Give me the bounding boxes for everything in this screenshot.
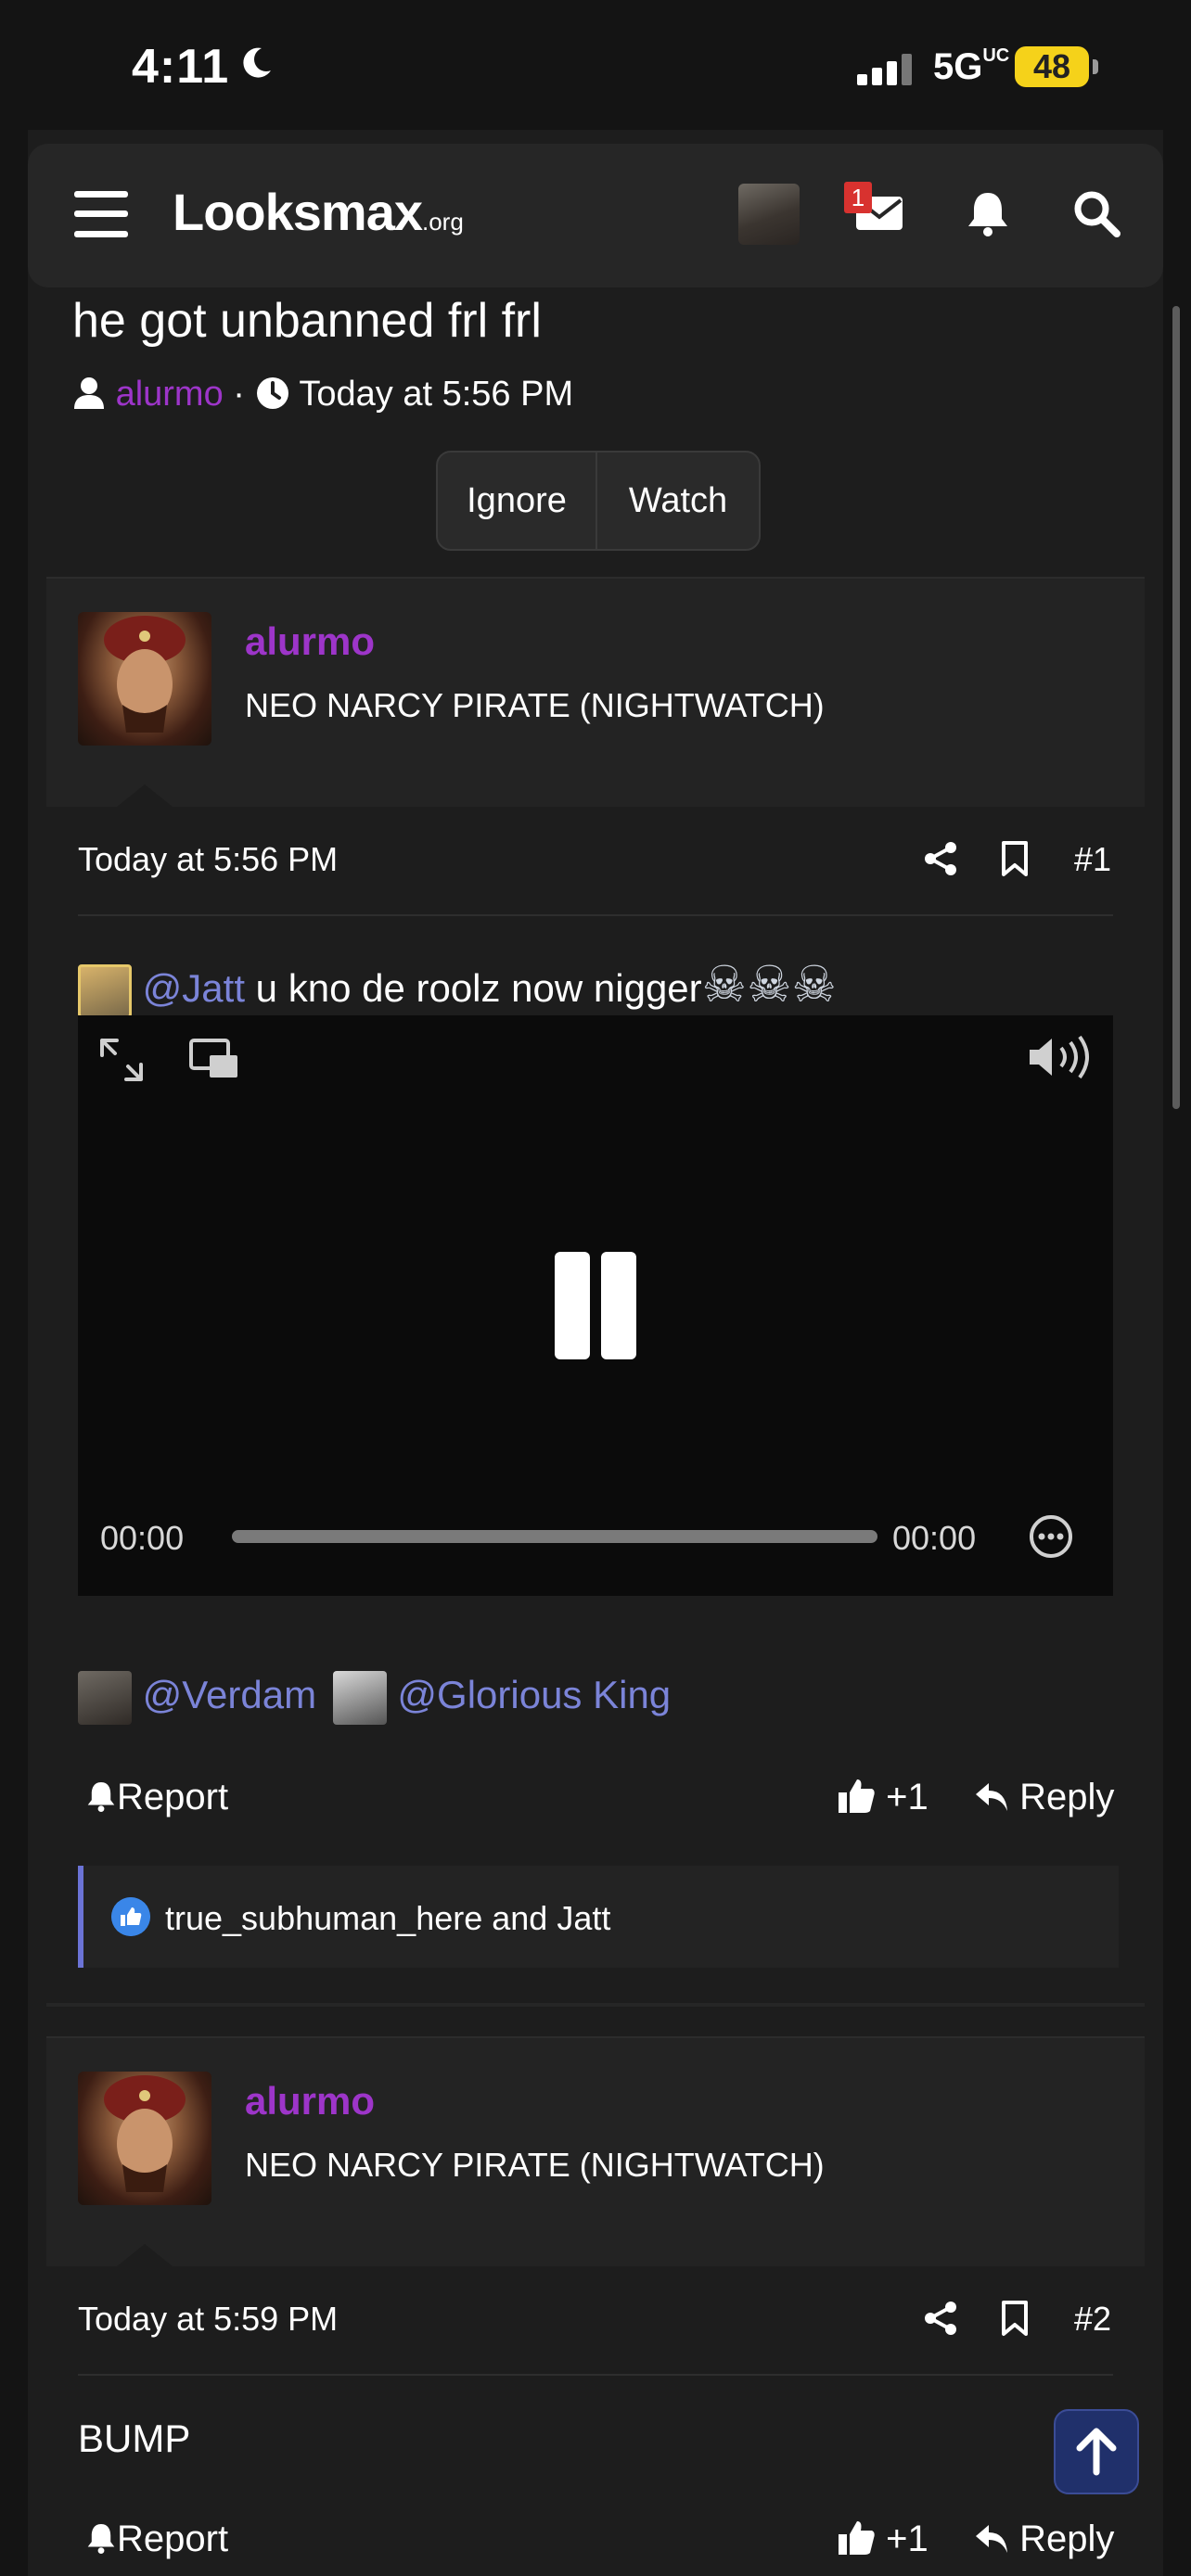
mention-avatar bbox=[78, 1671, 132, 1725]
pip-icon[interactable] bbox=[189, 1039, 239, 1079]
mention-link[interactable]: @Jatt bbox=[143, 966, 245, 1010]
meta-separator: · bbox=[233, 375, 245, 414]
more-icon[interactable] bbox=[1028, 1513, 1074, 1560]
post-number[interactable]: #1 bbox=[1074, 840, 1111, 879]
bookmark-icon[interactable] bbox=[1000, 2300, 1030, 2337]
pause-icon-bar[interactable] bbox=[601, 1252, 636, 1359]
user-icon bbox=[74, 377, 104, 409]
post-author-name[interactable]: alurmo bbox=[245, 619, 375, 664]
divider bbox=[78, 914, 1113, 916]
post-body: BUMP bbox=[78, 2417, 191, 2460]
mention-avatar bbox=[78, 963, 132, 1018]
post-date[interactable]: Today at 5:59 PM bbox=[78, 2300, 338, 2339]
battery-cap bbox=[1093, 59, 1098, 74]
scroll-top-button[interactable] bbox=[1054, 2409, 1139, 2494]
bell-icon[interactable] bbox=[965, 189, 1011, 237]
author-arrow bbox=[117, 2244, 173, 2266]
bookmark-icon[interactable] bbox=[1000, 840, 1030, 877]
battery-level: 48 bbox=[1015, 46, 1089, 87]
thread-date: Today at 5:56 PM bbox=[299, 375, 574, 414]
like-reaction-icon bbox=[111, 1897, 150, 1936]
ignore-button[interactable]: Ignore bbox=[438, 453, 596, 549]
post-author-avatar[interactable] bbox=[78, 612, 211, 746]
like-button[interactable]: +1 bbox=[837, 1777, 928, 1818]
volume-icon[interactable] bbox=[1026, 1033, 1093, 1081]
video-total-time: 00:00 bbox=[892, 1519, 977, 1557]
post-mentions: @Verdam @Glorious King bbox=[78, 1671, 671, 1725]
reply-button[interactable]: Reply bbox=[974, 1777, 1114, 1818]
thread-actions: Ignore Watch bbox=[436, 451, 761, 551]
user-avatar[interactable] bbox=[738, 184, 800, 245]
mention-avatar bbox=[332, 1671, 387, 1725]
thumbs-up-icon bbox=[839, 2521, 875, 2555]
like-button[interactable]: +1 bbox=[837, 2519, 928, 2560]
bell-report-icon bbox=[87, 2524, 115, 2554]
pause-icon[interactable] bbox=[555, 1252, 590, 1359]
share-icon[interactable] bbox=[922, 840, 959, 877]
thread-author[interactable]: alurmo bbox=[116, 375, 224, 414]
report-button[interactable]: Report bbox=[85, 2519, 228, 2560]
post-date[interactable]: Today at 5:56 PM bbox=[78, 840, 338, 879]
thumbs-up-icon bbox=[839, 1779, 875, 1813]
mention-link[interactable]: @Verdam bbox=[143, 1673, 316, 1716]
post-number[interactable]: #2 bbox=[1074, 2300, 1111, 2339]
post-user-title: NEO NARCY PIRATE (NIGHTWATCH) bbox=[245, 2146, 825, 2184]
post-author-avatar[interactable] bbox=[78, 2072, 211, 2205]
site-logo[interactable]: Looksmax.org bbox=[173, 182, 464, 242]
post-user-title: NEO NARCY PIRATE (NIGHTWATCH) bbox=[245, 686, 825, 724]
signal-icon bbox=[857, 54, 913, 85]
thread-title: he got unbanned frl frl bbox=[72, 294, 542, 348]
skull-emoji: ☠☠☠ bbox=[701, 957, 837, 1013]
mention-link[interactable]: @Glorious King bbox=[397, 1673, 671, 1716]
video-player[interactable] bbox=[78, 1015, 1113, 1596]
status-time: 4:11 bbox=[132, 40, 230, 94]
moon-icon bbox=[243, 47, 271, 78]
reactions-users[interactable]: true_subhuman_here and Jatt bbox=[165, 1899, 610, 1938]
menu-icon[interactable] bbox=[74, 191, 128, 237]
post-body: @Jatt u kno de roolz now nigger☠☠☠ bbox=[78, 955, 837, 1018]
post-author-name[interactable]: alurmo bbox=[245, 2079, 375, 2123]
reply-icon bbox=[976, 1783, 1007, 1811]
search-icon[interactable] bbox=[1072, 189, 1121, 237]
scrollbar[interactable] bbox=[1172, 306, 1180, 1109]
video-current-time: 00:00 bbox=[100, 1519, 185, 1557]
notification-badge: 1 bbox=[844, 182, 872, 213]
video-progress-bar[interactable] bbox=[232, 1530, 877, 1543]
expand-icon[interactable] bbox=[98, 1037, 145, 1083]
reply-icon bbox=[976, 2525, 1007, 2553]
thread-meta: alurmo · Today at 5:56 PM bbox=[72, 375, 573, 414]
bell-report-icon bbox=[87, 1782, 115, 1812]
network-type: 5GUC bbox=[933, 45, 1010, 87]
reply-button[interactable]: Reply bbox=[974, 2519, 1114, 2560]
share-icon[interactable] bbox=[922, 2300, 959, 2337]
divider bbox=[78, 2374, 1113, 2376]
watch-button[interactable]: Watch bbox=[597, 453, 759, 549]
post-text: u kno de roolz now nigger bbox=[245, 966, 702, 1010]
post-separator bbox=[46, 2003, 1145, 2007]
clock-icon bbox=[256, 377, 288, 409]
report-button[interactable]: Report bbox=[85, 1777, 228, 1818]
author-arrow bbox=[117, 784, 173, 807]
arrow-up-icon bbox=[1076, 2428, 1117, 2476]
